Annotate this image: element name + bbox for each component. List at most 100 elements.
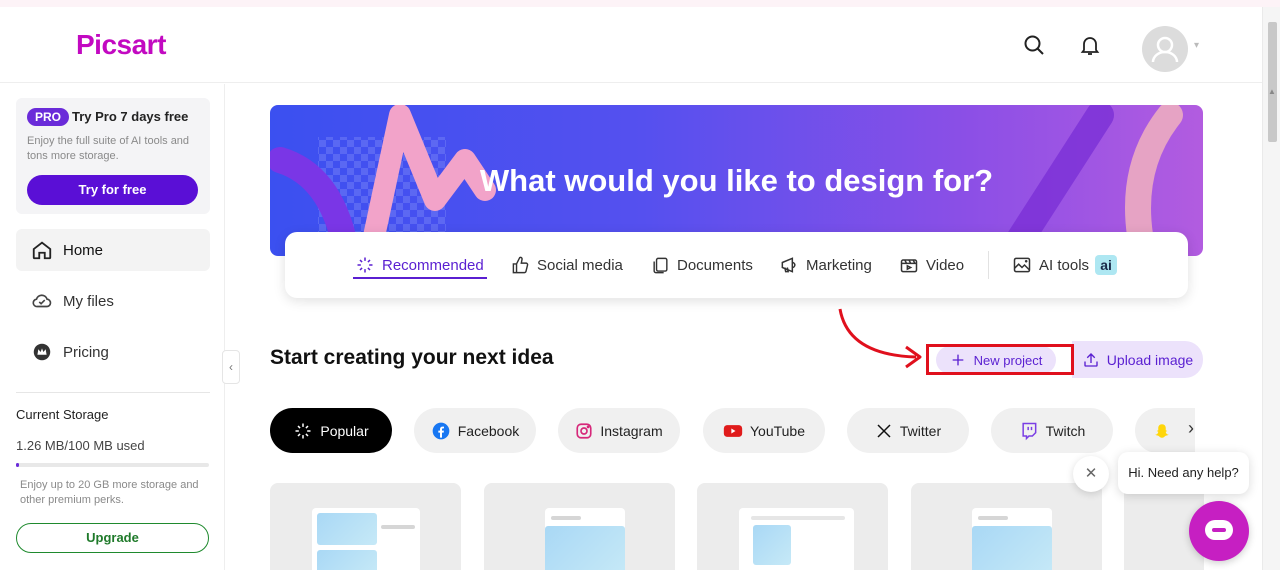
user-icon <box>1151 36 1179 63</box>
pro-title: Try Pro 7 days free <box>72 109 189 124</box>
tab-label: Recommended <box>382 256 484 274</box>
collapse-sidebar-button[interactable]: ‹ <box>222 350 240 384</box>
bell-icon[interactable] <box>1078 33 1102 57</box>
chip-twitter[interactable]: Twitter <box>847 408 969 453</box>
sparkle-icon <box>295 423 311 438</box>
tab-social-media[interactable]: Social media <box>511 252 623 278</box>
close-icon[interactable]: ✕ <box>1073 456 1109 492</box>
chip-youtube[interactable]: YouTube <box>703 408 825 453</box>
template-card[interactable] <box>270 483 461 570</box>
tab-ai-tools[interactable]: AI tools ai <box>1012 252 1118 278</box>
youtube-icon <box>723 424 743 437</box>
tab-label: Marketing <box>806 256 872 274</box>
sparkle-icon <box>357 257 373 273</box>
top-accent-strip <box>0 0 1280 7</box>
upgrade-button[interactable]: Upgrade <box>16 523 209 553</box>
card-preview-image <box>545 526 625 570</box>
x-icon <box>877 423 891 438</box>
documents-icon <box>653 257 668 273</box>
sidebar-item-label: My files <box>63 292 114 310</box>
home-icon <box>32 241 52 260</box>
tab-label: Video <box>926 256 965 274</box>
help-bubble[interactable]: Hi. Need any help? <box>1118 452 1249 494</box>
instagram-icon <box>576 422 592 439</box>
sidebar-item-home[interactable]: Home <box>16 229 210 271</box>
card-preview-image <box>972 526 1052 570</box>
template-card[interactable] <box>484 483 675 570</box>
chip-label: Instagram <box>600 422 663 439</box>
pro-description: Enjoy the full suite of AI tools and ton… <box>27 135 190 162</box>
storage-used: 1.26 MB/100 MB used <box>16 438 145 453</box>
upload-image-label: Upload image <box>1106 351 1194 368</box>
chat-icon <box>1205 520 1233 540</box>
facebook-icon <box>432 422 450 439</box>
banner-title: What would you like to design for? <box>479 163 994 198</box>
chat-button[interactable] <box>1189 501 1249 561</box>
picsart-logo[interactable]: Picsart <box>76 29 166 61</box>
sidebar: PRO Try Pro 7 days free Enjoy the full s… <box>0 84 225 570</box>
scrollbar-thumb[interactable] <box>1268 22 1277 142</box>
card-preview-line <box>381 525 415 529</box>
marketing-icon <box>781 257 796 273</box>
chevron-right-icon[interactable]: › <box>1188 418 1194 439</box>
card-preview-line <box>978 516 1008 520</box>
category-tabs: Recommended Social media Documents Marke… <box>285 232 1188 298</box>
scrollbar[interactable]: ▲ <box>1262 7 1280 570</box>
ai-badge: ai <box>1095 255 1118 275</box>
chip-twitch[interactable]: Twitch <box>991 408 1113 453</box>
upload-icon <box>1084 352 1098 367</box>
storage-progress-bar <box>16 463 209 467</box>
tab-label: AI tools <box>1039 256 1090 274</box>
tab-label: Social media <box>537 256 623 274</box>
card-preview-image <box>317 550 377 570</box>
ai-image-icon <box>1013 257 1031 273</box>
tab-recommended[interactable]: Recommended <box>355 252 484 278</box>
storage-description: Enjoy up to 20 GB more storage and other… <box>20 479 199 506</box>
template-card[interactable] <box>911 483 1102 570</box>
sidebar-item-my-files[interactable]: My files <box>16 280 210 322</box>
upload-image-button[interactable]: Upload image <box>1072 341 1203 378</box>
section-title: Start creating your next idea <box>270 346 554 369</box>
highlight-box <box>926 344 1074 375</box>
snapchat-icon <box>1155 423 1169 438</box>
scroll-up-icon[interactable]: ▲ <box>1268 87 1276 96</box>
cloud-icon <box>32 294 52 308</box>
crown-icon <box>33 343 51 361</box>
storage-title: Current Storage <box>16 407 109 422</box>
search-icon[interactable] <box>1022 33 1046 57</box>
chip-snapchat[interactable] <box>1135 408 1195 453</box>
card-preview-image <box>317 513 377 545</box>
card-preview-image <box>753 525 791 565</box>
chip-label: YouTube <box>749 422 805 439</box>
tab-documents[interactable]: Documents <box>651 252 753 278</box>
chevron-down-icon[interactable]: ▾ <box>1194 40 1199 51</box>
sidebar-item-label: Home <box>63 241 104 259</box>
chip-label: Twitter <box>899 422 942 439</box>
header: Picsart ▾ <box>0 7 1262 83</box>
tab-label: Documents <box>677 256 753 274</box>
card-preview-line <box>751 516 845 520</box>
twitch-icon <box>1022 422 1037 440</box>
chip-popular[interactable]: Popular <box>270 408 392 453</box>
chip-label: Twitch <box>1045 422 1086 439</box>
chip-facebook[interactable]: Facebook <box>414 408 536 453</box>
tab-video[interactable]: Video <box>899 252 964 278</box>
sidebar-divider <box>16 392 210 393</box>
tab-marketing[interactable]: Marketing <box>779 252 872 278</box>
chip-instagram[interactable]: Instagram <box>558 408 680 453</box>
sidebar-item-label: Pricing <box>63 343 109 361</box>
chip-label: Facebook <box>457 422 520 439</box>
sidebar-item-pricing[interactable]: Pricing <box>16 331 210 373</box>
thumbs-up-icon <box>512 256 529 273</box>
try-for-free-button[interactable]: Try for free <box>27 175 198 205</box>
template-card[interactable] <box>697 483 888 570</box>
annotation-arrow <box>838 308 922 369</box>
pro-badge: PRO <box>27 108 69 126</box>
card-preview-line <box>551 516 581 520</box>
pro-trial-card: PRO Try Pro 7 days free Enjoy the full s… <box>16 98 210 214</box>
storage-progress-fill <box>16 463 19 467</box>
tab-separator <box>988 251 989 279</box>
avatar[interactable] <box>1142 26 1188 72</box>
active-tab-underline <box>353 277 487 279</box>
video-icon <box>900 259 918 273</box>
